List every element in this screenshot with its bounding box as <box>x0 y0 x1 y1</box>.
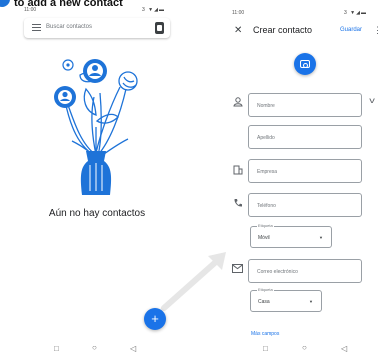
last-name-field[interactable]: Apellido <box>248 125 362 149</box>
search-input[interactable]: Buscar contactos <box>46 24 92 30</box>
phone-icon <box>234 199 242 207</box>
nav-home-right[interactable]: ○ <box>302 343 307 352</box>
empty-state-illustration <box>54 59 138 195</box>
dropdown-caret-icon: ▼ <box>319 235 323 240</box>
email-type-value: Casa <box>258 299 270 305</box>
search-bar[interactable]: Buscar contactos <box>24 18 170 38</box>
email-field[interactable]: Correo electrónico <box>248 259 362 283</box>
email-icon <box>232 264 243 273</box>
status-icons: 3 ▼◢▬ <box>142 7 165 13</box>
person-icon <box>233 97 243 107</box>
step-badge <box>0 0 10 7</box>
chevron-down-icon[interactable]: v <box>369 96 375 105</box>
last-name-placeholder: Apellido <box>257 135 275 141</box>
company-placeholder: Empresa <box>257 169 278 175</box>
nav-recents-right[interactable]: □ <box>263 344 268 353</box>
email-type-dropdown[interactable]: Etiqueta Casa ▼ <box>250 287 322 312</box>
company-field[interactable]: Empresa <box>248 159 362 183</box>
nav-back-right[interactable]: ◁ <box>341 344 347 353</box>
nav-recents-left[interactable]: □ <box>54 344 59 353</box>
pointer-arrow <box>161 252 226 311</box>
camera-icon <box>300 60 310 68</box>
add-contact-button[interactable]: + <box>144 308 166 330</box>
nav-home-left[interactable]: ○ <box>92 343 97 352</box>
dropdown-caret-icon: ▼ <box>309 299 313 304</box>
page-title: Crear contacto <box>253 25 313 35</box>
phone-placeholder: Teléfono <box>257 203 276 209</box>
email-type-label: Etiqueta <box>257 287 274 292</box>
more-options-icon[interactable]: ⋮ <box>373 25 382 36</box>
status-icons-right: 3 ▼◢▬ <box>344 10 367 16</box>
phone-type-dropdown[interactable]: Etiqueta Móvil ▼ <box>250 223 332 248</box>
empty-state-message: Aún no hay contactos <box>48 208 146 219</box>
close-icon[interactable]: ✕ <box>234 25 242 36</box>
phone-type-value: Móvil <box>258 235 270 241</box>
company-icon <box>233 165 243 175</box>
first-name-field[interactable]: Nombre <box>248 93 362 117</box>
more-fields-link[interactable]: Más campos <box>251 331 279 337</box>
nav-back-left[interactable]: ◁ <box>130 344 136 353</box>
status-time-right: 11:00 <box>232 10 245 16</box>
phone-field[interactable]: Teléfono <box>248 193 362 217</box>
save-button[interactable]: Guardar <box>340 27 362 33</box>
phone-type-label: Etiqueta <box>257 223 274 228</box>
add-photo-button[interactable] <box>294 53 316 75</box>
first-name-placeholder: Nombre <box>257 103 275 109</box>
status-time: 11:00 <box>24 7 37 13</box>
menu-icon[interactable] <box>32 24 41 31</box>
email-placeholder: Correo electrónico <box>257 269 298 275</box>
sd-card-icon[interactable] <box>155 22 164 34</box>
